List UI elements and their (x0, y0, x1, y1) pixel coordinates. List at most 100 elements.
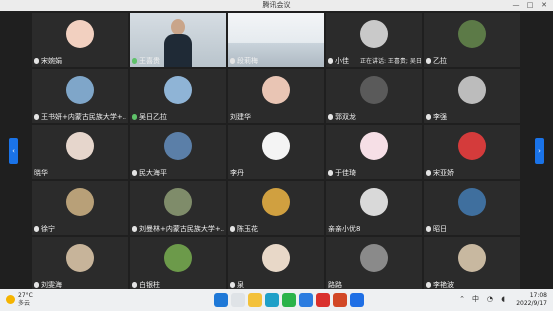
taskbar: 27°C 多云 ⌃ 中 ◔ ◖ 17:08 2022/9/17 (0, 289, 553, 311)
participant-name: 徐宁 (34, 225, 55, 234)
participant-name-text: 泉 (237, 281, 244, 289)
mic-off-icon (328, 114, 333, 120)
mic-off-icon (328, 170, 333, 176)
next-page-button[interactable]: › (535, 138, 544, 164)
avatar (262, 188, 290, 216)
maximize-button[interactable]: □ (523, 0, 537, 11)
avatar (262, 76, 290, 104)
avatar (360, 132, 388, 160)
participant-name-text: 路路 (328, 281, 342, 289)
participant-name: 吴日乙拉 (132, 113, 167, 122)
participant-tile[interactable]: 刘曼林+内蒙古民族大学+... (130, 181, 226, 235)
participant-name-text: 段莉梅 (237, 57, 258, 65)
prev-page-button[interactable]: ‹ (9, 138, 18, 164)
participant-name-text: 小佳 (335, 57, 349, 65)
participant-tile[interactable]: 王喜贵 (130, 13, 226, 67)
participant-name-text: 宋婉娟 (41, 57, 62, 65)
participant-tile[interactable]: 泉 (228, 237, 324, 291)
ppt-icon[interactable] (333, 293, 347, 307)
participant-name-text: 晓华 (34, 169, 48, 177)
speaker-icon[interactable]: ◖ (501, 295, 505, 304)
mic-off-icon (328, 58, 333, 64)
participant-tile[interactable]: 徐宁 (32, 181, 128, 235)
participant-tile[interactable]: 刘雯海 (32, 237, 128, 291)
mic-off-icon (34, 226, 39, 232)
avatar (66, 132, 94, 160)
participant-tile[interactable]: 郭双龙 (326, 69, 422, 123)
search-icon[interactable] (231, 293, 245, 307)
avatar (360, 244, 388, 272)
participant-tile[interactable]: 吴日乙拉 (130, 69, 226, 123)
participant-tile[interactable]: 陈玉花 (228, 181, 324, 235)
participant-name-text: 刘曼林+内蒙古民族大学+... (139, 225, 224, 233)
participant-name-text: 陈玉花 (237, 225, 258, 233)
participant-name: 陈玉花 (230, 225, 258, 234)
mic-off-icon (426, 114, 431, 120)
weather-temp: 27°C (18, 292, 33, 299)
mic-off-icon (132, 226, 137, 232)
participant-tile[interactable]: 乙拉 (424, 13, 520, 67)
avatar (458, 20, 486, 48)
tencent-meeting-icon[interactable] (350, 293, 364, 307)
mic-off-icon (426, 226, 431, 232)
mic-off-icon (34, 282, 39, 288)
participant-name: 李丹 (230, 169, 244, 178)
participant-name-text: 白银柱 (139, 281, 160, 289)
participant-tile[interactable]: 路路 (326, 237, 422, 291)
participant-tile[interactable]: 王书妍+内蒙古民族大学+... (32, 69, 128, 123)
participant-name: 昭日 (426, 225, 447, 234)
participant-name-text: 乙拉 (433, 57, 447, 65)
participant-name-text: 吴日乙拉 (139, 113, 167, 121)
minimize-button[interactable]: — (509, 0, 523, 11)
participant-tile[interactable]: 刘建华 (228, 69, 324, 123)
weather-widget[interactable]: 27°C 多云 (6, 292, 46, 308)
participant-tile[interactable]: 白银柱 (130, 237, 226, 291)
participant-tile[interactable]: 李强 (424, 69, 520, 123)
participant-tile[interactable]: 于佳琦 (326, 125, 422, 179)
participant-tile[interactable]: 民大海平 (130, 125, 226, 179)
participant-name-text: 亲亲小优8 (328, 225, 361, 233)
speaking-indicator: 正在讲话: 王喜贵; 吴日乙拉 (360, 58, 422, 65)
participant-name: 小佳 (328, 57, 349, 66)
avatar (66, 20, 94, 48)
avatar (360, 188, 388, 216)
participant-name-text: 王喜贵 (139, 57, 160, 65)
participant-tile[interactable]: 宋婉娟 (32, 13, 128, 67)
mic-on-icon (132, 58, 137, 64)
mic-on-icon (132, 114, 137, 120)
mic-off-icon (426, 170, 431, 176)
participant-tile[interactable]: 段莉梅 (228, 13, 324, 67)
participant-tile[interactable]: 小佳 正在讲话: 王喜贵; 吴日乙拉 (326, 13, 422, 67)
ime-indicator[interactable]: 中 (472, 295, 479, 304)
close-button[interactable]: ✕ (537, 0, 551, 11)
participant-tile[interactable]: 李艳波 (424, 237, 520, 291)
participant-name: 民大海平 (132, 169, 167, 178)
meeting-icon[interactable] (299, 293, 313, 307)
participant-name-text: 王书妍+内蒙古民族大学+... (41, 113, 126, 121)
clock[interactable]: 17:08 2022/9/17 (513, 292, 547, 308)
participant-tile[interactable]: 宋亚娇 (424, 125, 520, 179)
participant-name: 亲亲小优8 (328, 225, 360, 234)
mic-off-icon (34, 114, 39, 120)
participant-tile[interactable]: 亲亲小优8 (326, 181, 422, 235)
participant-name: 刘曼林+内蒙古民族大学+... (132, 225, 224, 234)
wps-icon[interactable] (316, 293, 330, 307)
participant-name-text: 刘建华 (230, 113, 251, 121)
mic-off-icon (230, 282, 235, 288)
participant-tile[interactable]: 昭日 (424, 181, 520, 235)
participant-name-text: 于佳琦 (335, 169, 356, 177)
participant-name-text: 刘雯海 (41, 281, 62, 289)
folder-icon[interactable] (248, 293, 262, 307)
mic-off-icon (230, 226, 235, 232)
participant-tile[interactable]: 晓华 (32, 125, 128, 179)
start-icon[interactable] (214, 293, 228, 307)
participant-name: 于佳琦 (328, 169, 356, 178)
wifi-icon[interactable]: ◔ (487, 295, 493, 304)
wechat-icon[interactable] (282, 293, 296, 307)
participant-name: 郭双龙 (328, 113, 356, 122)
edge-icon[interactable] (265, 293, 279, 307)
participant-name-text: 宋亚娇 (433, 169, 454, 177)
participant-tile[interactable]: 李丹 (228, 125, 324, 179)
participant-name-text: 李丹 (230, 169, 244, 177)
chevron-up-icon[interactable]: ⌃ (459, 295, 465, 304)
